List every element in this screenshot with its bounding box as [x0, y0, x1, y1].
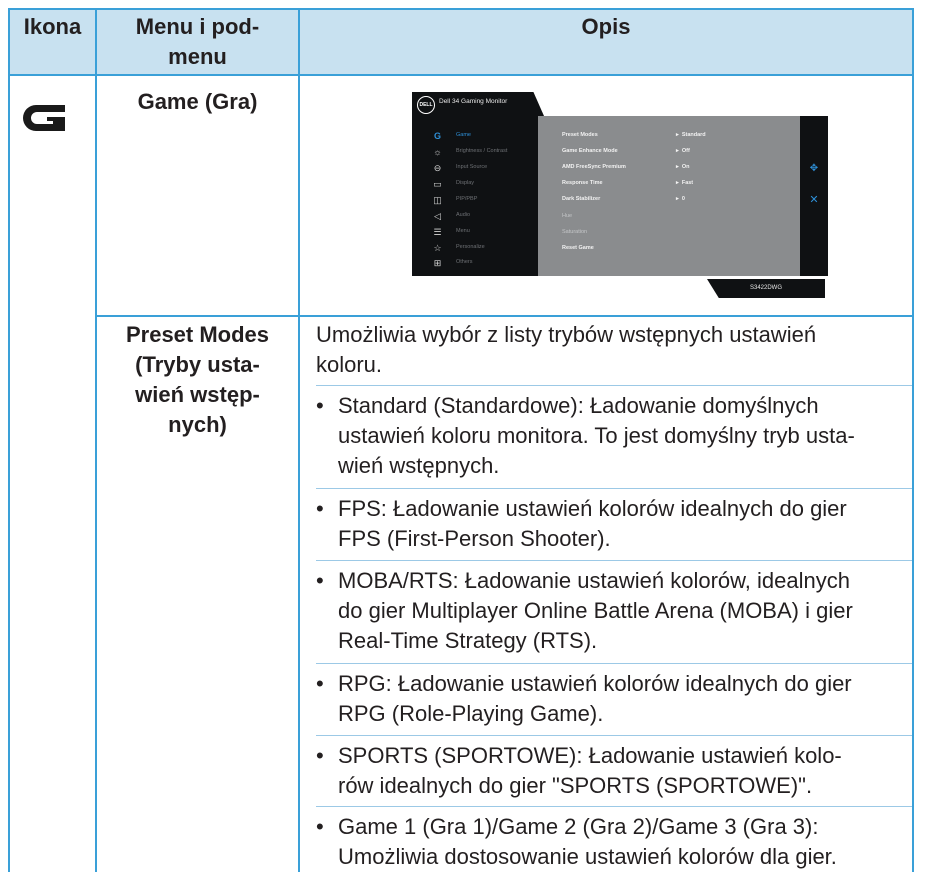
bullet-text: Ładowanie ustawień kolorów idealnych do …: [338, 671, 852, 726]
osd-menu-brightness[interactable]: ☼ Brightness / Contrast: [432, 146, 542, 160]
header-desc-col: Opis: [581, 14, 631, 39]
brightness-icon: ☼: [433, 147, 442, 157]
osd-menu-input[interactable]: ⊖ Input Source: [432, 162, 542, 176]
bullet-title: RPG:: [338, 671, 392, 696]
osd-option-label: Saturation: [562, 229, 588, 235]
bullet-title: FPS:: [338, 496, 387, 521]
osd-menu-audio[interactable]: ◁ Audio: [432, 210, 542, 224]
pip-pbp-icon: ◫: [433, 195, 442, 205]
rule-col-1: [95, 8, 97, 872]
separator: [316, 735, 912, 736]
separator: [316, 488, 912, 489]
header-icon-col: Ikona: [23, 14, 82, 39]
osd-menu-personalize[interactable]: ☆ Personalize: [432, 242, 542, 256]
preset-intro: Umożliwia wybór z listy trybów wstępnych…: [316, 322, 817, 377]
menu-game: Game (Gra): [137, 89, 258, 114]
osd-option-value: ▸ Fast: [676, 180, 694, 186]
osd-menu-pip[interactable]: ◫ PIP/PBP: [432, 194, 542, 208]
separator: [316, 663, 912, 664]
separator: [316, 560, 912, 561]
bullet-title: SPORTS (SPORTOWE):: [338, 743, 583, 768]
bullet-title: Standard (Standardowe):: [338, 393, 584, 418]
osd-option-label[interactable]: Reset Game: [562, 245, 594, 251]
rule-header: [8, 74, 914, 76]
menu-icon: ☰: [433, 227, 442, 237]
separator: [316, 385, 912, 386]
osd-menu-others[interactable]: ⊞ Others: [432, 257, 542, 271]
osd-model-label: S3422DWG: [707, 279, 825, 298]
menu-preset-modes: Preset Modes (Tryby usta- wień wstęp- ny…: [125, 322, 270, 437]
rule-row1: [96, 315, 914, 317]
game-icon: G: [433, 131, 441, 141]
osd-option-label[interactable]: Preset Modes: [562, 132, 598, 138]
separator: [316, 806, 912, 807]
bullet-title: Game 1 (Gra 1)/Game 2 (Gra 2)/Game 3 (Gr…: [338, 814, 819, 839]
osd-close-icon[interactable]: ✕: [808, 194, 820, 206]
osd-title: Dell 34 Gaming Monitor: [439, 98, 508, 105]
osd-option-value: ▸ Off: [676, 148, 690, 154]
bullet-text: Umożliwia dostosowanie ustawień kolorów …: [338, 844, 837, 869]
dell-logo: DELL: [417, 96, 435, 114]
osd-option-label[interactable]: Dark Stabilizer: [562, 196, 600, 202]
game-g-icon: [23, 105, 67, 131]
osd-option-label[interactable]: Game Enhance Mode: [562, 148, 618, 154]
bullet-text: Ładowanie ustawień kolorów idealnych do …: [338, 496, 847, 551]
display-icon: ▭: [433, 179, 442, 189]
header-menu-col: Menu i pod- menu: [135, 14, 260, 69]
osd-option-label[interactable]: AMD FreeSync Premium: [562, 164, 626, 170]
others-icon: ⊞: [433, 258, 442, 268]
osd-menu-game[interactable]: G Game: [432, 130, 542, 144]
rule-top: [8, 8, 914, 10]
osd-option-label: Hue: [562, 213, 573, 219]
audio-icon: ◁: [434, 211, 441, 221]
star-icon: ☆: [433, 243, 442, 253]
osd-option-label[interactable]: Response Time: [562, 180, 603, 186]
bullet-title: MOBA/RTS:: [338, 568, 459, 593]
osd-option-value: ▸ Standard: [676, 132, 706, 138]
rule-col-left: [8, 8, 10, 872]
input-source-icon: ⊖: [433, 163, 442, 173]
osd-menu-menu[interactable]: ☰ Menu: [432, 226, 542, 240]
osd-menu-display[interactable]: ▭ Display: [432, 178, 542, 192]
osd-option-value: ▸ 0: [676, 196, 685, 202]
rule-col-2: [298, 8, 300, 872]
osd-option-value: ▸ On: [676, 164, 690, 170]
osd-nav-joystick-icon[interactable]: ✥: [808, 163, 820, 175]
